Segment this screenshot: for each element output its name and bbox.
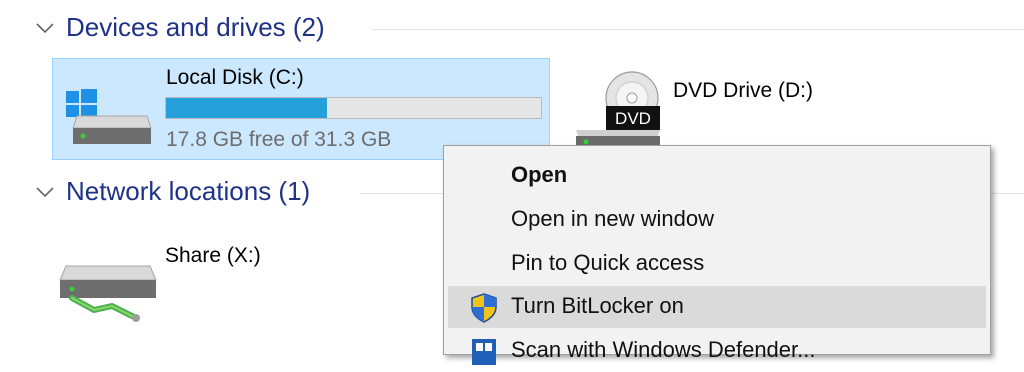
windows-drive-icon bbox=[66, 89, 152, 144]
drive-name: Local Disk (C:) bbox=[166, 66, 304, 89]
devices-group-title: Devices and drives (2) bbox=[66, 12, 325, 42]
network-drive-icon bbox=[59, 265, 157, 322]
network-group-title: Network locations (1) bbox=[66, 176, 311, 206]
menu-item-label: Turn BitLocker on bbox=[511, 293, 684, 318]
devices-group-header[interactable]: Devices and drives (2) bbox=[34, 12, 325, 43]
capacity-bar-fill bbox=[166, 98, 328, 118]
menu-item-pin-quick-access[interactable]: Pin to Quick access bbox=[448, 243, 986, 285]
menu-item-label: Pin to Quick access bbox=[511, 250, 705, 275]
context-menu: Open Open in new window Pin to Quick acc… bbox=[443, 145, 991, 365]
menu-item-label: Open in new window bbox=[511, 206, 715, 231]
chevron-down-icon[interactable] bbox=[34, 17, 56, 39]
menu-item-open-new-window[interactable]: Open in new window bbox=[448, 199, 986, 241]
menu-item-label: Scan with Windows Defender... bbox=[511, 337, 816, 362]
chevron-down-icon[interactable] bbox=[34, 181, 56, 203]
group-divider bbox=[372, 29, 1024, 30]
drive-name: DVD Drive (D:) bbox=[673, 79, 813, 102]
capacity-bar bbox=[165, 97, 542, 119]
drive-free-space: 17.8 GB free of 31.3 GB bbox=[166, 128, 392, 151]
dvd-drive-icon: DVD bbox=[576, 71, 660, 148]
shield-icon bbox=[471, 293, 497, 323]
menu-item-turn-bitlocker-on[interactable]: Turn BitLocker on bbox=[448, 286, 986, 328]
dvd-disc-label: DVD bbox=[615, 109, 651, 128]
menu-item-scan-windows-defender[interactable]: Scan with Windows Defender... bbox=[448, 330, 986, 372]
menu-item-open[interactable]: Open bbox=[448, 155, 986, 197]
network-group-header[interactable]: Network locations (1) bbox=[34, 176, 310, 207]
menu-item-label: Open bbox=[511, 162, 568, 187]
defender-icon bbox=[472, 339, 496, 365]
network-location-name: Share (X:) bbox=[165, 244, 261, 267]
drive-tile-dvd[interactable]: DVD DVD Drive (D:) bbox=[565, 62, 865, 152]
network-tile-share[interactable]: Share (X:) bbox=[52, 236, 432, 336]
